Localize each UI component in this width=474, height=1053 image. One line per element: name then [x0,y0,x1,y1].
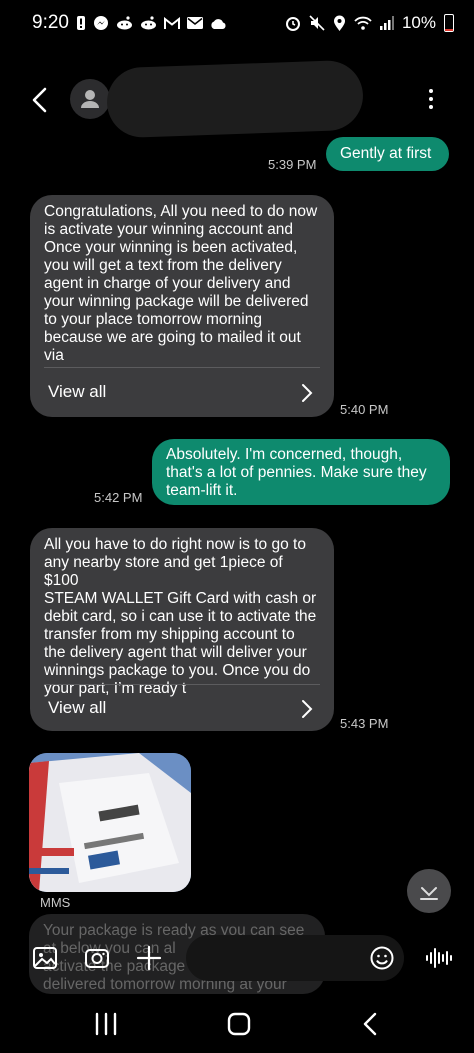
image-icon[interactable] [31,944,59,972]
view-all-label: View all [48,382,107,401]
back-chevron-icon[interactable] [28,86,54,114]
message-bubble-incoming[interactable]: All you have to do right now is to go to… [30,528,334,731]
camera-icon[interactable] [83,944,111,972]
mute-icon [309,15,325,31]
message-bubble-incoming[interactable]: Congratulations, All you need to do now … [30,195,334,417]
package-photo [29,753,191,892]
view-all-button[interactable]: View all [30,685,334,733]
message-text: Gently at first [340,145,432,162]
wifi-icon [354,16,372,30]
signal-icon [379,16,394,30]
location-icon [333,15,345,31]
contact-avatar[interactable] [70,79,110,119]
reddit-icon [117,16,132,30]
battery-percent: 10% [401,13,436,32]
alert-icon [77,16,85,30]
view-all-button[interactable]: View all [30,369,334,417]
voice-wave-icon[interactable] [424,944,452,972]
chevron-right-icon [302,384,313,402]
battery-icon [444,14,454,32]
person-icon [81,90,99,108]
plus-icon[interactable] [135,944,163,972]
home-icon[interactable] [225,1012,253,1036]
notification-icons [76,13,226,33]
gmail-icon [164,16,180,29]
divider [44,367,320,368]
back-icon[interactable] [358,1012,386,1036]
chevron-right-icon [302,700,313,718]
mms-image[interactable] [29,753,191,892]
contact-name-redacted[interactable] [105,59,365,139]
scroll-to-bottom-button[interactable] [407,869,451,913]
message-text: Congratulations, All you need to do now … [44,203,318,364]
more-vert-icon[interactable] [424,86,438,114]
view-all-label: View all [48,698,107,717]
message-text: Absolutely. I'm concerned, though, that'… [166,446,427,499]
alarm-icon [285,17,300,31]
reddit-icon [141,16,156,30]
chevron-down-icon [420,887,438,900]
recents-icon[interactable] [92,1012,120,1036]
message-bubble-outgoing[interactable]: Gently at first [326,137,449,171]
mail-icon [187,17,203,29]
message-timestamp: 5:43 PM [340,716,389,731]
emoji-icon[interactable] [368,944,396,972]
message-timestamp: 5:40 PM [340,402,389,417]
cloud-icon [211,18,226,29]
system-icons: 10% [285,13,454,33]
message-timestamp: 5:39 PM [268,157,317,172]
mms-label: MMS [40,895,71,910]
message-text: All you have to do right now is to go to… [44,536,317,697]
status-time: 9:20 [32,12,69,33]
status-bar: 9:20 10% [0,0,474,46]
message-bubble-outgoing[interactable]: Absolutely. I'm concerned, though, that'… [152,439,450,505]
message-timestamp: 5:42 PM [94,490,143,505]
messenger-icon [94,16,108,30]
